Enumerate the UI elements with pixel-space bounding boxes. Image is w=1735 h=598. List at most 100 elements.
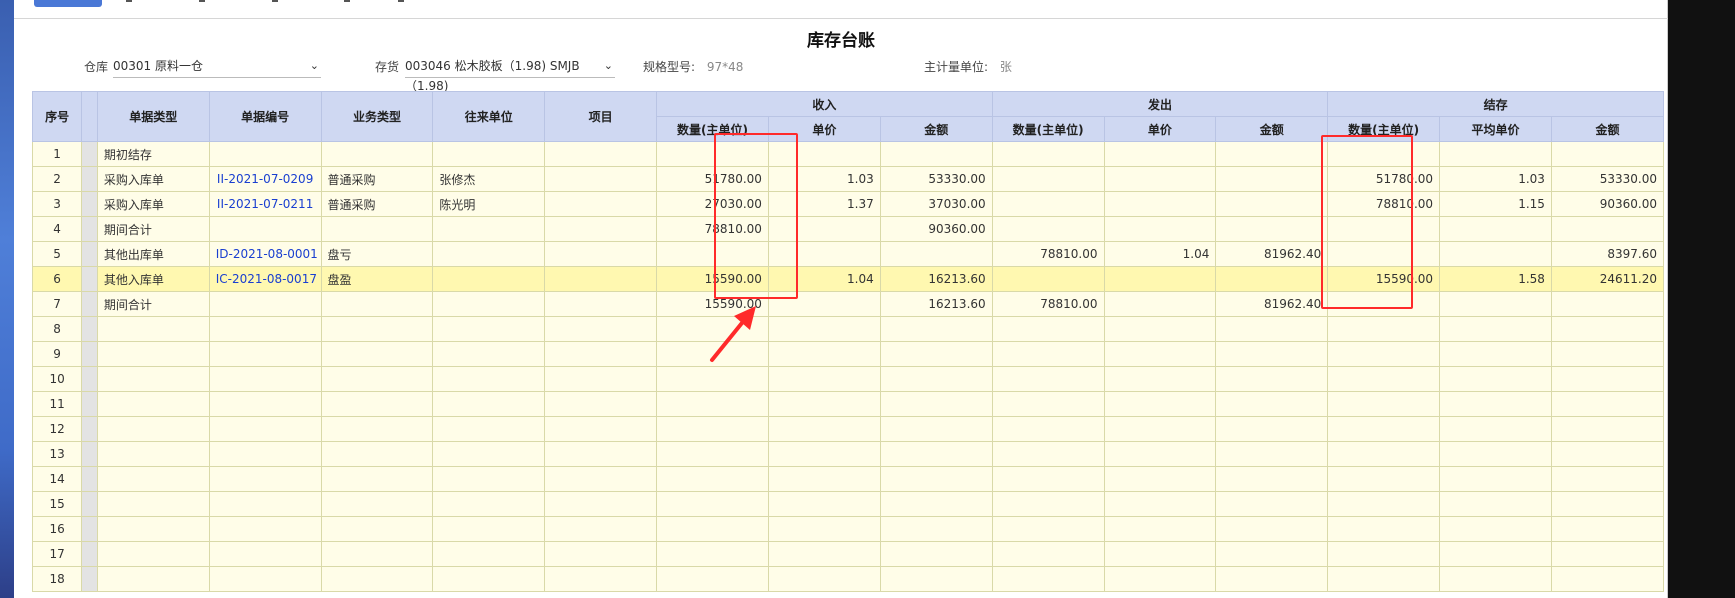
- cell-bal-qty: [1327, 416, 1441, 442]
- cell-doc-no[interactable]: IC-2021-08-0017: [208, 266, 322, 292]
- table-row[interactable]: 10: [31, 366, 1665, 392]
- table-row[interactable]: 15: [31, 491, 1665, 517]
- row-divider: [81, 366, 98, 392]
- cell-doc-no[interactable]: ID-2021-08-0001: [208, 241, 322, 267]
- stock-select[interactable]: 003046 松木胶板（1.98) SMJB（1.98) ⌄: [405, 56, 615, 93]
- warehouse-value: 00301 原料一仓: [113, 59, 203, 73]
- cell-doc-no: [208, 466, 322, 492]
- cell-project: [544, 166, 658, 192]
- cell-in-amount: 53330.00: [879, 166, 993, 192]
- table-row[interactable]: 7 期间合计 15590.00 16213.60 78810.00 81962.40: [31, 291, 1665, 317]
- cell-in-qty: [656, 391, 769, 417]
- cell-doc-no: [208, 441, 322, 467]
- cell-bal-avg-price: [1439, 441, 1552, 467]
- row-divider: [81, 291, 98, 317]
- unit-label: 主计量单位:: [924, 60, 989, 74]
- cell-seq: 11: [31, 391, 83, 417]
- cell-biz-type: [320, 516, 434, 542]
- cell-in-amount: 16213.60: [879, 266, 993, 292]
- cell-doc-no[interactable]: II-2021-07-0211: [208, 191, 322, 217]
- cell-seq: 15: [31, 491, 83, 517]
- cell-bal-avg-price: [1439, 391, 1552, 417]
- cell-biz-type: [320, 291, 434, 317]
- col-out-amount: 金额: [1215, 116, 1329, 142]
- cell-doc-no: [208, 516, 322, 542]
- cell-out-qty: [991, 216, 1105, 242]
- cell-bal-avg-price: [1439, 416, 1552, 442]
- cell-partner: [432, 466, 546, 492]
- table-row[interactable]: 9: [31, 341, 1665, 367]
- table-row[interactable]: 8: [31, 316, 1665, 342]
- cell-bal-amount: [1550, 416, 1665, 442]
- row-divider: [81, 241, 98, 267]
- cell-doc-no[interactable]: II-2021-07-0209: [208, 166, 322, 192]
- cell-doc-no: [208, 216, 322, 242]
- cell-bal-amount: 90360.00: [1550, 191, 1665, 217]
- cell-seq: 5: [31, 241, 83, 267]
- cell-partner: [432, 391, 546, 417]
- cell-out-price: [1103, 491, 1217, 517]
- cell-biz-type: 普通采购: [320, 166, 434, 192]
- table-row[interactable]: 5 其他出库单 ID-2021-08-0001 盘亏 78810.00 1.04 81962…: [31, 241, 1665, 267]
- toolbar-mark: [199, 0, 205, 2]
- table-row[interactable]: 1 期初结存: [31, 141, 1665, 167]
- cell-biz-type: [320, 566, 434, 592]
- cell-out-amount: [1215, 266, 1329, 292]
- cell-project: [544, 291, 658, 317]
- table-row[interactable]: 16: [31, 516, 1665, 542]
- annotation-box-avg-price: [1321, 135, 1413, 309]
- spec-label: 规格型号:: [643, 60, 696, 74]
- table-row[interactable]: 3 采购入库单 II-2021-07-0211 普通采购 陈光明 27030.00 1.37…: [31, 191, 1665, 217]
- table-row[interactable]: 11: [31, 391, 1665, 417]
- cell-out-amount: 81962.40: [1215, 291, 1329, 317]
- toolbar-mark: [398, 0, 404, 2]
- cell-bal-avg-price: [1439, 566, 1552, 592]
- cell-doc-type: 其他入库单: [96, 266, 210, 292]
- table-row[interactable]: 2 采购入库单 II-2021-07-0209 普通采购 张修杰 51780.00 1.03…: [31, 166, 1665, 192]
- cell-out-amount: [1215, 466, 1329, 492]
- cell-in-price: [767, 516, 881, 542]
- toolbar-button[interactable]: [34, 0, 102, 7]
- cell-biz-type: [320, 491, 434, 517]
- cell-in-amount: [879, 466, 993, 492]
- cell-in-qty: [656, 516, 769, 542]
- cell-partner: [432, 291, 546, 317]
- cell-project: [544, 316, 658, 342]
- cell-bal-amount: [1550, 316, 1665, 342]
- table-row[interactable]: 17: [31, 541, 1665, 567]
- table-row[interactable]: 12: [31, 416, 1665, 442]
- cell-in-qty: [656, 416, 769, 442]
- table-row[interactable]: 14: [31, 466, 1665, 492]
- table-row[interactable]: 6 其他入库单 IC-2021-08-0017 盘盈 15590.00 1.04 16213…: [31, 266, 1665, 292]
- cell-out-price: [1103, 516, 1217, 542]
- cell-project: [544, 216, 658, 242]
- cell-seq: 14: [31, 466, 83, 492]
- cell-seq: 8: [31, 316, 83, 342]
- annotation-box-in-price: [714, 133, 798, 299]
- table-row[interactable]: 18: [31, 566, 1665, 592]
- col-bal-amount: 金额: [1550, 116, 1665, 142]
- col-project: 项目: [544, 91, 658, 142]
- cell-bal-avg-price: [1439, 241, 1552, 267]
- warehouse-select[interactable]: 00301 原料一仓 ⌄: [113, 56, 321, 78]
- cell-bal-amount: [1550, 366, 1665, 392]
- cell-partner: [432, 541, 546, 567]
- cell-project: [544, 191, 658, 217]
- cell-out-price: [1103, 391, 1217, 417]
- cell-out-amount: [1215, 391, 1329, 417]
- cell-partner: [432, 366, 546, 392]
- table-row[interactable]: 4 期间合计 78810.00 90360.00: [31, 216, 1665, 242]
- cell-bal-amount: [1550, 566, 1665, 592]
- cell-project: [544, 366, 658, 392]
- cell-out-price: [1103, 466, 1217, 492]
- cell-out-price: [1103, 541, 1217, 567]
- cell-in-amount: [879, 391, 993, 417]
- annotation-arrow-icon: [710, 306, 756, 362]
- cell-out-price: 1.04: [1103, 241, 1217, 267]
- cell-in-qty: [656, 491, 769, 517]
- cell-doc-type: [96, 341, 210, 367]
- cell-project: [544, 241, 658, 267]
- table-row[interactable]: 13: [31, 441, 1665, 467]
- ledger-table: 序号 单据类型 单据编号 业务类型 往来单位 项目 收入 发出 结存 数量(主单…: [31, 91, 1665, 592]
- row-divider: [81, 191, 98, 217]
